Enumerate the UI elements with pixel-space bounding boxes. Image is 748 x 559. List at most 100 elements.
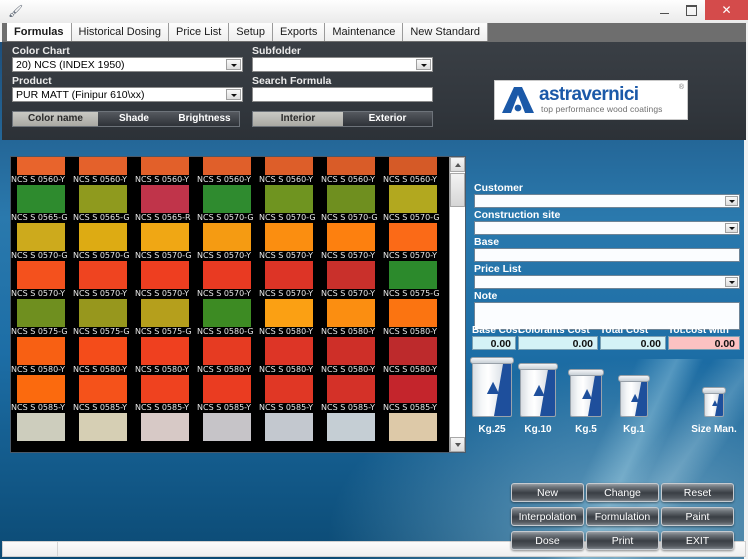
- paint-can-kg1[interactable]: ▲: [618, 375, 650, 417]
- swatch-cell[interactable]: NCS S 0565-R: [135, 185, 197, 223]
- color-swatch[interactable]: [79, 261, 127, 289]
- color-swatch[interactable]: [79, 375, 127, 403]
- swatch-cell[interactable]: NCS S 0570-Y: [11, 261, 73, 299]
- color-swatch[interactable]: [327, 413, 375, 441]
- color-swatch[interactable]: [203, 375, 251, 403]
- swatch-cell[interactable]: NCS S 0580-G: [197, 299, 259, 337]
- swatch-cell[interactable]: NCS S 0580-Y: [73, 337, 135, 375]
- swatch-cell[interactable]: NCS S 0560-Y: [383, 157, 445, 185]
- swatch-cell[interactable]: NCS S 0570-Y: [197, 261, 259, 299]
- color-swatch[interactable]: [265, 299, 313, 327]
- color-swatch[interactable]: [327, 299, 375, 327]
- swatch-cell[interactable]: NCS S 0580-Y: [197, 337, 259, 375]
- swatch-cell[interactable]: NCS S 0575-G: [73, 299, 135, 337]
- swatch-cell[interactable]: NCS S 0580-Y: [259, 299, 321, 337]
- swatch-cell[interactable]: NCS S 0585-Y: [197, 375, 259, 413]
- paint-can-kg25[interactable]: ▲: [470, 357, 514, 417]
- swatch-cell[interactable]: [73, 413, 135, 451]
- tab-historical-dosing[interactable]: Historical Dosing: [71, 23, 170, 41]
- swatch-cell[interactable]: [197, 413, 259, 451]
- new-button[interactable]: New: [511, 483, 584, 502]
- swatch-cell[interactable]: [383, 413, 445, 451]
- color-swatch[interactable]: [265, 413, 313, 441]
- swatch-cell[interactable]: NCS S 0570-G: [197, 185, 259, 223]
- dose-button[interactable]: Dose: [511, 531, 584, 550]
- color-swatch[interactable]: [389, 157, 437, 175]
- color-swatch[interactable]: [141, 299, 189, 327]
- color-swatch[interactable]: [79, 223, 127, 251]
- swatch-cell[interactable]: NCS S 0585-Y: [321, 375, 383, 413]
- chevron-down-icon[interactable]: [725, 277, 738, 287]
- color-swatch[interactable]: [17, 413, 65, 441]
- color-swatch[interactable]: [327, 261, 375, 289]
- interpolation-button[interactable]: Interpolation: [511, 507, 584, 526]
- color-swatch[interactable]: [327, 375, 375, 403]
- close-button[interactable]: ✕: [705, 0, 748, 20]
- swatch-cell[interactable]: NCS S 0570-Y: [321, 223, 383, 261]
- color-swatch[interactable]: [389, 337, 437, 365]
- paint-can-kg5[interactable]: ▲: [568, 369, 604, 417]
- chevron-down-icon[interactable]: [725, 223, 738, 233]
- minimize-button[interactable]: [651, 0, 678, 21]
- paint-button[interactable]: Paint: [661, 507, 734, 526]
- color-swatch[interactable]: [141, 261, 189, 289]
- color-swatch[interactable]: [203, 157, 251, 175]
- color-swatch[interactable]: [141, 375, 189, 403]
- swatch-cell[interactable]: NCS S 0580-Y: [321, 337, 383, 375]
- construction-site-select[interactable]: [474, 221, 740, 235]
- swatch-cell[interactable]: NCS S 0580-Y: [135, 337, 197, 375]
- swatch-cell[interactable]: NCS S 0580-Y: [11, 337, 73, 375]
- color-swatch[interactable]: [141, 157, 189, 175]
- color-swatch[interactable]: [17, 375, 65, 403]
- color-swatch[interactable]: [17, 299, 65, 327]
- swatch-cell[interactable]: [321, 413, 383, 451]
- paint-can-kg10[interactable]: ▲: [518, 363, 558, 417]
- swatch-cell[interactable]: NCS S 0575-G: [135, 299, 197, 337]
- print-button[interactable]: Print: [586, 531, 659, 550]
- color-swatch[interactable]: [203, 337, 251, 365]
- customer-select[interactable]: [474, 194, 740, 208]
- swatch-cell[interactable]: NCS S 0560-Y: [259, 157, 321, 185]
- swatch-cell[interactable]: NCS S 0570-G: [383, 185, 445, 223]
- color-swatch[interactable]: [327, 157, 375, 175]
- color-swatch[interactable]: [17, 261, 65, 289]
- color-swatch[interactable]: [203, 299, 251, 327]
- color-swatch[interactable]: [79, 337, 127, 365]
- color-swatch[interactable]: [79, 157, 127, 175]
- swatch-cell[interactable]: NCS S 0570-Y: [259, 261, 321, 299]
- color-swatch[interactable]: [389, 375, 437, 403]
- swatch-cell[interactable]: NCS S 0560-Y: [321, 157, 383, 185]
- formulation-button[interactable]: Formulation: [586, 507, 659, 526]
- swatch-cell[interactable]: NCS S 0570-Y: [73, 261, 135, 299]
- chevron-down-icon[interactable]: [725, 196, 738, 206]
- swatch-cell[interactable]: [135, 413, 197, 451]
- color-swatch[interactable]: [79, 185, 127, 213]
- swatch-cell[interactable]: NCS S 0585-Y: [73, 375, 135, 413]
- color-swatch[interactable]: [141, 185, 189, 213]
- color-swatch[interactable]: [17, 157, 65, 175]
- swatch-cell[interactable]: [11, 413, 73, 451]
- scroll-down-icon[interactable]: [450, 437, 465, 452]
- swatch-cell[interactable]: NCS S 0585-Y: [135, 375, 197, 413]
- swatch-cell[interactable]: NCS S 0570-G: [321, 185, 383, 223]
- color-swatch[interactable]: [389, 185, 437, 213]
- paint-can-sizeman[interactable]: ▲: [702, 387, 726, 417]
- swatch-cell[interactable]: NCS S 0565-G: [73, 185, 135, 223]
- color-swatch[interactable]: [17, 185, 65, 213]
- swatch-cell[interactable]: NCS S 0580-Y: [383, 299, 445, 337]
- swatch-cell[interactable]: NCS S 0570-G: [11, 223, 73, 261]
- swatch-cell[interactable]: NCS S 0570-G: [259, 185, 321, 223]
- swatch-cell[interactable]: NCS S 0570-G: [135, 223, 197, 261]
- color-swatch[interactable]: [265, 157, 313, 175]
- swatch-cell[interactable]: NCS S 0580-Y: [383, 337, 445, 375]
- color-swatch[interactable]: [203, 223, 251, 251]
- swatch-cell[interactable]: [259, 413, 321, 451]
- color-swatch[interactable]: [203, 261, 251, 289]
- color-swatch[interactable]: [17, 337, 65, 365]
- price-list-select[interactable]: [474, 275, 740, 289]
- swatch-cell[interactable]: NCS S 0570-Y: [135, 261, 197, 299]
- grid-scrollbar[interactable]: [449, 157, 465, 452]
- color-swatch[interactable]: [389, 261, 437, 289]
- swatch-cell[interactable]: NCS S 0580-Y: [321, 299, 383, 337]
- color-swatch[interactable]: [79, 299, 127, 327]
